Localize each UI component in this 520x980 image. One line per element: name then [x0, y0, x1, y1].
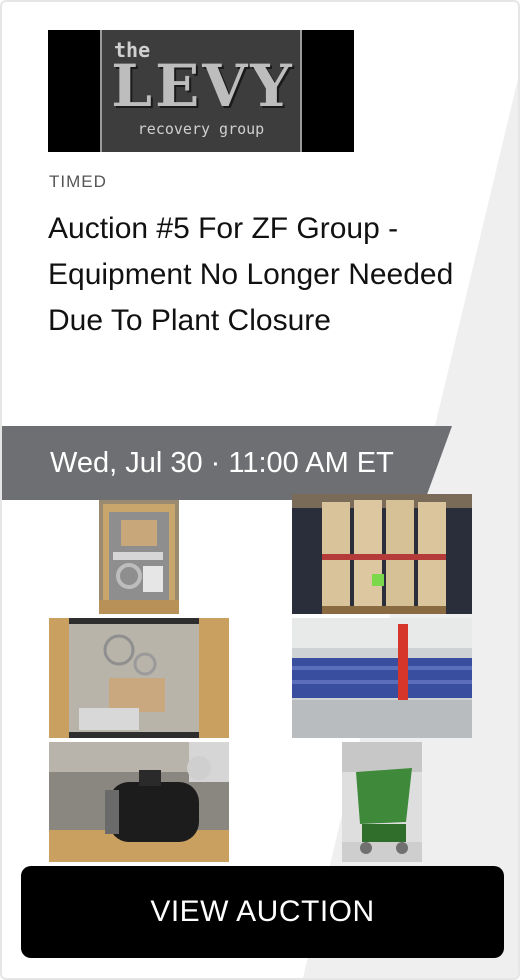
auction-card: the LEVY recovery group TIMED Auction #5…: [0, 0, 520, 980]
levy-logo: the LEVY recovery group: [48, 30, 354, 152]
view-auction-button[interactable]: VIEW AUCTION: [21, 866, 504, 958]
auction-type-label: TIMED: [49, 172, 107, 191]
crate-parts-photo[interactable]: [99, 500, 179, 614]
boxed-shafts-photo[interactable]: [292, 494, 472, 614]
warehouse-racks-photo[interactable]: [292, 618, 472, 738]
auction-date: Wed, Jul 30 · 11:00 AM ET: [50, 447, 394, 479]
logo-text-main: LEVY: [111, 52, 295, 120]
crate-cables-photo[interactable]: [49, 618, 229, 738]
electric-motor-photo[interactable]: [49, 742, 229, 862]
logo-text-sub: recovery group: [137, 120, 265, 138]
auction-title[interactable]: Auction #5 For ZF Group - Equipment No L…: [48, 206, 488, 344]
green-hopper-photo[interactable]: [342, 742, 422, 862]
auction-date-banner: Wed, Jul 30 · 11:00 AM ET: [2, 426, 452, 500]
